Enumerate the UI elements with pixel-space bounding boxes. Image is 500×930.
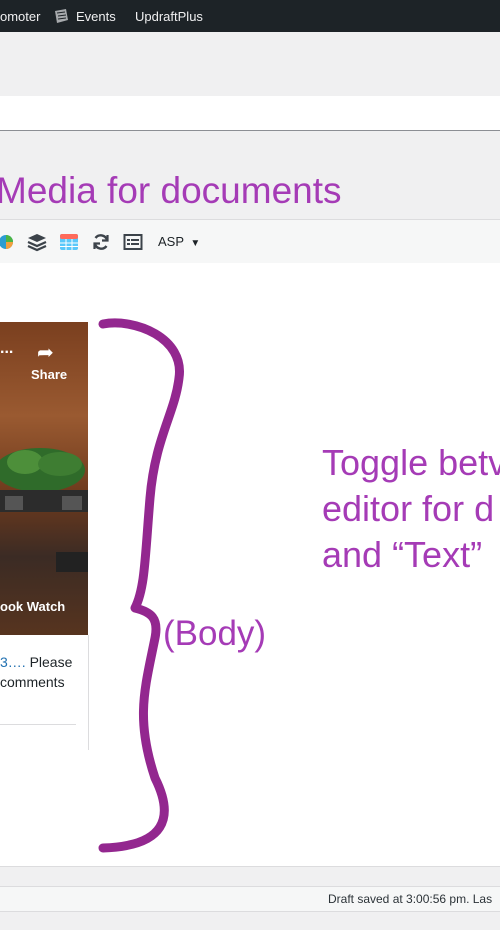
annotation-body-label: (Body) bbox=[163, 614, 267, 653]
annotation-heading: Media for documents bbox=[0, 170, 342, 211]
share-label[interactable]: Share bbox=[31, 367, 67, 382]
editor-status-bar: Draft saved at 3:00:56 pm. Las bbox=[0, 886, 500, 912]
draft-saved-status: Draft saved at 3:00:56 pm. Las bbox=[328, 892, 493, 906]
annotation-side-text: Toggle betv editor for d and “Text” bbox=[322, 440, 500, 578]
watch-on-facebook-label[interactable]: ook Watch bbox=[0, 599, 65, 614]
annotation-side-line-3: and “Text” bbox=[322, 534, 483, 575]
annotation-side-line-1: Toggle betv bbox=[322, 442, 500, 483]
adminbar-item-updraftplus[interactable]: UpdraftPlus bbox=[135, 9, 203, 24]
asp-label: ASP bbox=[158, 234, 184, 249]
share-icon[interactable]: ➦ bbox=[37, 340, 54, 365]
embedded-video[interactable]: ... ➦ Share ook Watch bbox=[0, 322, 88, 635]
nameplate bbox=[56, 552, 88, 572]
plant-image bbox=[0, 448, 88, 512]
table-icon[interactable] bbox=[59, 232, 79, 252]
page-header-area bbox=[0, 32, 500, 97]
asp-dropdown[interactable]: ASP ▼ bbox=[158, 234, 200, 249]
embed-text-line2: comments bbox=[0, 674, 65, 690]
editor-top-spacer bbox=[0, 263, 500, 297]
adminbar-item-events[interactable]: Events bbox=[76, 9, 116, 24]
adminbar-item-promoter[interactable]: omoter bbox=[0, 9, 40, 24]
annotation-side-line-2: editor for d bbox=[322, 488, 495, 529]
form-icon[interactable] bbox=[123, 232, 143, 252]
video-title-ellipsis: ... bbox=[0, 340, 14, 357]
embed-link[interactable]: 3…. bbox=[0, 654, 26, 670]
embed-caption: 3…. Please comments bbox=[0, 652, 88, 692]
embed-text-rest: Please bbox=[25, 654, 73, 670]
layers-icon[interactable] bbox=[27, 232, 47, 252]
embed-border bbox=[88, 635, 89, 750]
refresh-icon[interactable] bbox=[91, 232, 111, 252]
embed-divider bbox=[0, 724, 76, 725]
admin-bar: omoter Events UpdraftPlus bbox=[0, 0, 500, 32]
editor-toolbar: ASP ▼ bbox=[0, 219, 500, 264]
spinner-icon[interactable] bbox=[0, 232, 16, 252]
events-calendar-icon[interactable] bbox=[52, 7, 70, 25]
caret-down-icon: ▼ bbox=[190, 238, 201, 249]
curly-brace-annotation bbox=[98, 318, 184, 853]
post-title-input[interactable] bbox=[0, 96, 500, 131]
